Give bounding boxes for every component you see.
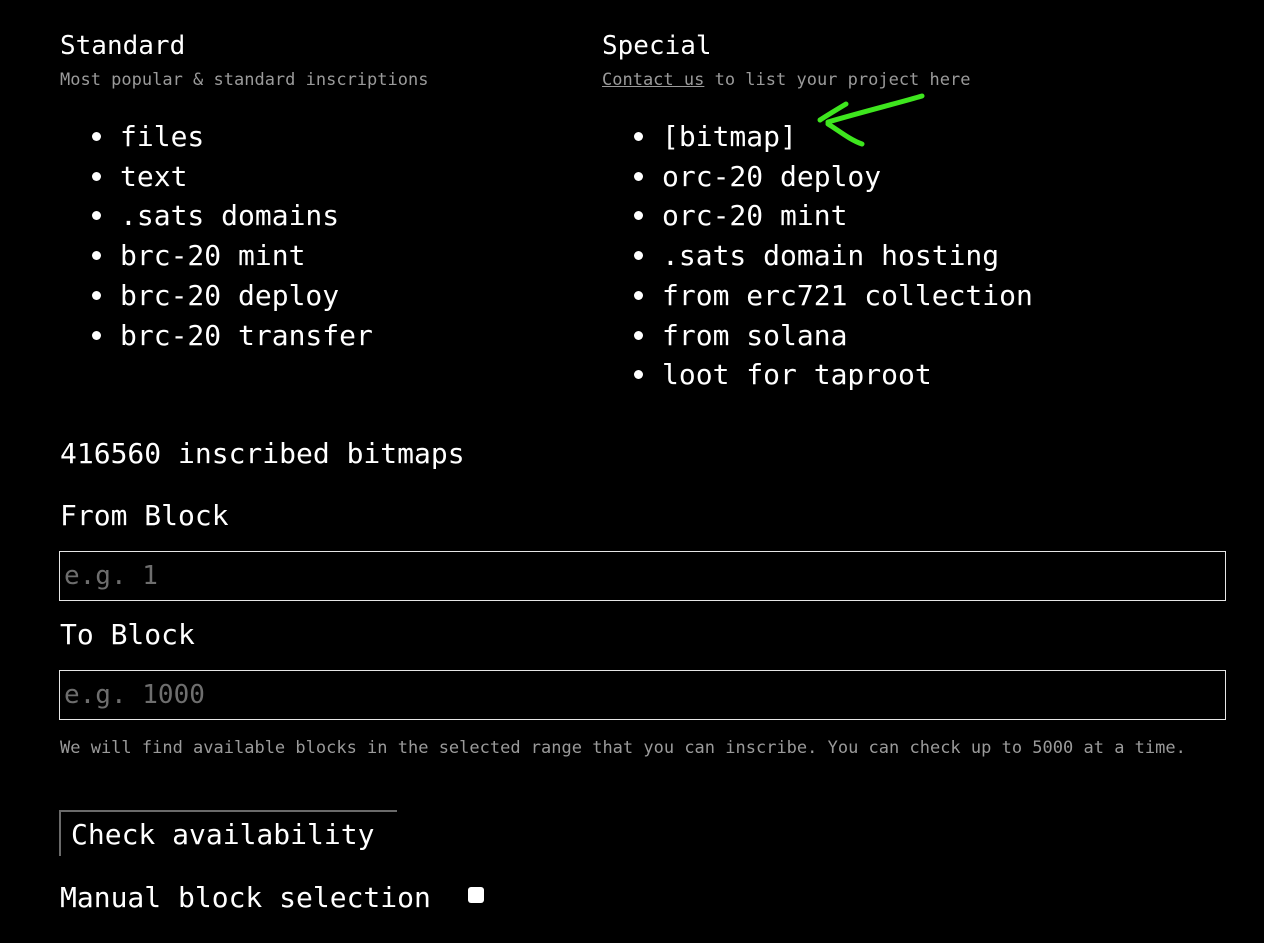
list-item-brc20-mint[interactable]: brc-20 mint [60, 236, 580, 276]
manual-selection-label: Manual block selection [60, 881, 431, 914]
hand-drawn-arrow-icon [817, 93, 925, 147]
list-item-label: brc-20 mint [120, 239, 306, 273]
bullet-dot-icon [92, 290, 101, 300]
list-item-label: orc-20 mint [662, 199, 848, 233]
to-block-label: To Block [60, 618, 195, 651]
bullet-dot-icon [92, 171, 101, 181]
inscribed-count: 416560 inscribed bitmaps [60, 437, 465, 470]
bullet-dot-icon [634, 132, 643, 141]
bullet-dot-icon [92, 132, 101, 141]
bullet-dot-icon [92, 211, 101, 221]
bullet-dot-icon [634, 171, 643, 181]
list-item-brc20-deploy[interactable]: brc-20 deploy [60, 276, 580, 316]
bullet-dot-icon [634, 290, 643, 300]
list-item-from-erc721[interactable]: from erc721 collection [602, 276, 1222, 316]
bullet-dot-icon [634, 330, 643, 340]
list-item-from-solana[interactable]: from solana [602, 316, 1222, 356]
list-item-orc20-deploy[interactable]: orc-20 deploy [602, 157, 1222, 197]
list-item-label: orc-20 deploy [662, 159, 882, 193]
special-list: [bitmap] orc-20 deploy orc-20 mint .sats… [602, 117, 1222, 395]
list-item-brc20-transfer[interactable]: brc-20 transfer [60, 316, 580, 356]
list-item-label: .sats domain hosting [662, 239, 1000, 273]
manual-selection-checkbox[interactable] [468, 887, 484, 903]
list-item-text[interactable]: text [60, 157, 580, 197]
list-item-orc20-mint[interactable]: orc-20 mint [602, 196, 1222, 236]
special-section: Special Contact us to list your project … [602, 28, 1222, 395]
list-item-label: loot for taproot [662, 358, 932, 392]
standard-title: Standard [60, 31, 186, 61]
special-title: Special [602, 31, 712, 61]
list-item-label: files [120, 120, 205, 153]
bullet-dot-icon [634, 211, 643, 221]
from-block-input[interactable] [59, 551, 1226, 601]
standard-list: files text .sats domains brc-20 mint brc… [60, 117, 580, 355]
bullet-dot-icon [92, 251, 101, 261]
help-text: We will find available blocks in the sel… [60, 738, 1186, 758]
bullet-dot-icon [92, 330, 101, 340]
list-item-sats-domain-hosting[interactable]: .sats domain hosting [602, 236, 1222, 276]
list-item-label: from erc721 collection [662, 278, 1033, 312]
from-block-label: From Block [60, 499, 229, 532]
contact-us-link[interactable]: Contact us [602, 70, 704, 90]
check-availability-button[interactable]: Check availability [59, 810, 397, 856]
list-item-loot-for-taproot[interactable]: loot for taproot [602, 355, 1222, 395]
to-block-input[interactable] [59, 670, 1226, 720]
list-item-label: .sats domains [120, 199, 340, 233]
list-item-label: brc-20 deploy [120, 278, 340, 312]
standard-section: Standard Most popular & standard inscrip… [60, 28, 580, 355]
bullet-dot-icon [634, 370, 643, 380]
list-item-label: from solana [662, 318, 848, 352]
list-item-sats-domains[interactable]: .sats domains [60, 196, 580, 236]
list-item-files[interactable]: files [60, 117, 580, 157]
special-subtitle: Contact us to list your project here [602, 68, 1222, 92]
list-item-label: brc-20 transfer [120, 318, 373, 352]
special-subtitle-text: to list your project here [704, 70, 971, 90]
standard-subtitle: Most popular & standard inscriptions [60, 70, 429, 90]
list-item-label: [bitmap] [662, 120, 797, 153]
bullet-dot-icon [634, 251, 643, 261]
list-item-label: text [120, 159, 188, 193]
